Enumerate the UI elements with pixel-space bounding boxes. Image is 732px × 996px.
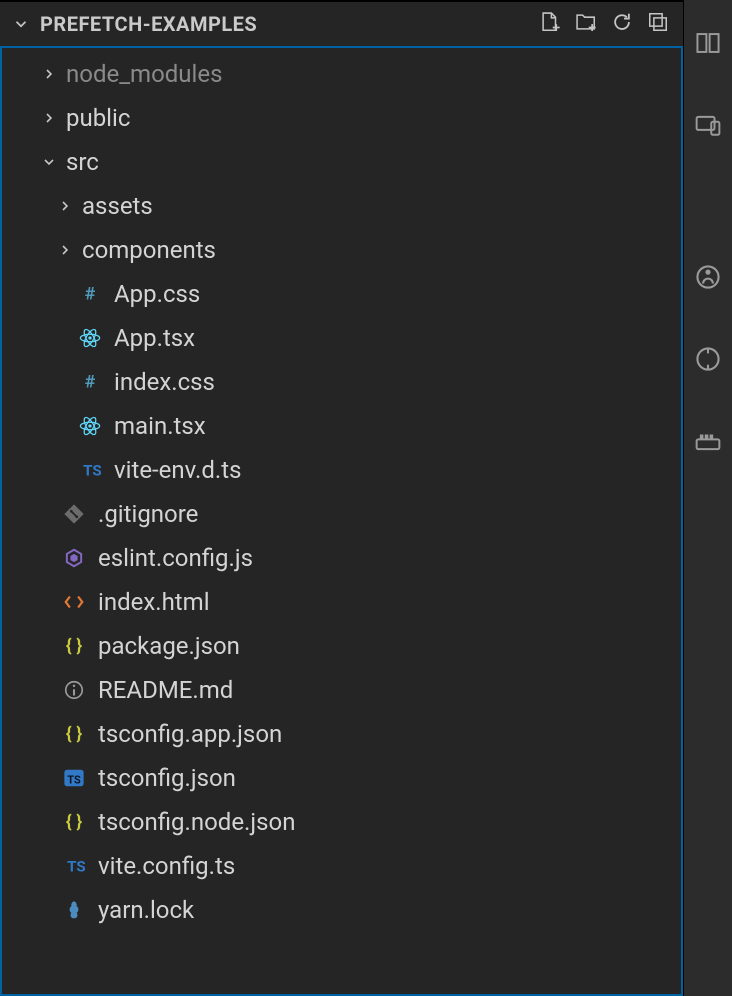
tsconfig-icon: TS (60, 767, 88, 789)
file-row[interactable]: README.md (2, 668, 681, 712)
file-row[interactable]: TS tsconfig.json (2, 756, 681, 800)
file-row[interactable]: yarn.lock (2, 888, 681, 932)
folder-name: public (66, 104, 130, 132)
explorer-header: PREFETCH-EXAMPLES (0, 2, 683, 46)
file-row[interactable]: # App.css (2, 272, 681, 316)
live-icon[interactable] (695, 264, 721, 294)
chevron-down-icon[interactable] (38, 154, 60, 170)
file-row[interactable]: App.tsx (2, 316, 681, 360)
css-icon: # (76, 283, 104, 305)
file-name: vite-env.d.ts (114, 456, 241, 484)
file-name: App.css (114, 280, 200, 308)
header-actions (539, 11, 673, 38)
ts-icon: TS (60, 855, 88, 877)
file-row[interactable]: { } tsconfig.node.json (2, 800, 681, 844)
file-name: yarn.lock (98, 896, 194, 924)
right-activity-strip (683, 0, 732, 996)
svg-text:TS: TS (67, 774, 81, 787)
layout-icon[interactable] (695, 30, 721, 60)
file-row[interactable]: index.html (2, 580, 681, 624)
folder-row[interactable]: node_modules (2, 52, 681, 96)
yarn-icon (60, 899, 88, 921)
collapse-icon[interactable] (10, 15, 32, 33)
folder-row[interactable]: public (2, 96, 681, 140)
eslint-icon (60, 547, 88, 569)
folder-row[interactable]: components (2, 228, 681, 272)
file-name: .gitignore (98, 500, 198, 528)
folder-name: src (66, 148, 99, 176)
json-icon: { } (60, 635, 88, 657)
chevron-right-icon[interactable] (54, 198, 76, 214)
new-folder-icon[interactable] (575, 11, 597, 38)
file-name: package.json (98, 632, 240, 660)
file-name: vite.config.ts (98, 852, 235, 880)
file-name: main.tsx (114, 412, 206, 440)
svg-text:{ }: { } (66, 636, 82, 657)
react-icon (76, 415, 104, 437)
file-name: README.md (98, 676, 233, 704)
container-icon[interactable] (695, 428, 721, 458)
file-name: index.html (98, 588, 210, 616)
svg-text:#: # (85, 372, 96, 393)
ts-icon: TS (76, 459, 104, 481)
folder-name: components (82, 236, 216, 264)
file-row[interactable]: eslint.config.js (2, 536, 681, 580)
collapse-all-icon[interactable] (647, 11, 669, 38)
devices-icon[interactable] (695, 112, 721, 142)
file-row[interactable]: .gitignore (2, 492, 681, 536)
file-name: tsconfig.json (98, 764, 236, 792)
file-row[interactable]: { } tsconfig.app.json (2, 712, 681, 756)
html-icon (60, 591, 88, 613)
file-row[interactable]: { } package.json (2, 624, 681, 668)
file-name: eslint.config.js (98, 544, 253, 572)
svg-text:#: # (85, 284, 96, 305)
file-name: tsconfig.app.json (98, 720, 282, 748)
git-icon (60, 503, 88, 525)
folder-name: node_modules (66, 60, 222, 88)
file-name: App.tsx (114, 324, 195, 352)
json-icon: { } (60, 811, 88, 833)
file-row[interactable]: main.tsx (2, 404, 681, 448)
new-file-icon[interactable] (539, 11, 561, 38)
file-row[interactable]: TS vite-env.d.ts (2, 448, 681, 492)
svg-text:{ }: { } (66, 812, 82, 833)
folder-row[interactable]: assets (2, 184, 681, 228)
folder-row[interactable]: src (2, 140, 681, 184)
info-icon (60, 679, 88, 701)
file-row[interactable]: TS vite.config.ts (2, 844, 681, 888)
svg-text:TS: TS (83, 462, 101, 480)
chevron-right-icon[interactable] (54, 242, 76, 258)
record-icon[interactable] (695, 346, 721, 376)
file-tree[interactable]: node_modulespublic src assets components # Ap… (0, 46, 683, 996)
file-name: index.css (114, 368, 215, 396)
css-icon: # (76, 371, 104, 393)
refresh-icon[interactable] (611, 11, 633, 38)
file-explorer: PREFETCH-EXAMPLES node_modulespublic src a… (0, 0, 683, 996)
react-icon (76, 327, 104, 349)
json-icon: { } (60, 723, 88, 745)
chevron-right-icon[interactable] (38, 66, 60, 82)
folder-name: assets (82, 192, 153, 220)
svg-text:{ }: { } (66, 724, 82, 745)
chevron-right-icon[interactable] (38, 110, 60, 126)
svg-text:TS: TS (67, 858, 85, 876)
file-row[interactable]: # index.css (2, 360, 681, 404)
project-title: PREFETCH-EXAMPLES (40, 12, 257, 36)
file-name: tsconfig.node.json (98, 808, 295, 836)
